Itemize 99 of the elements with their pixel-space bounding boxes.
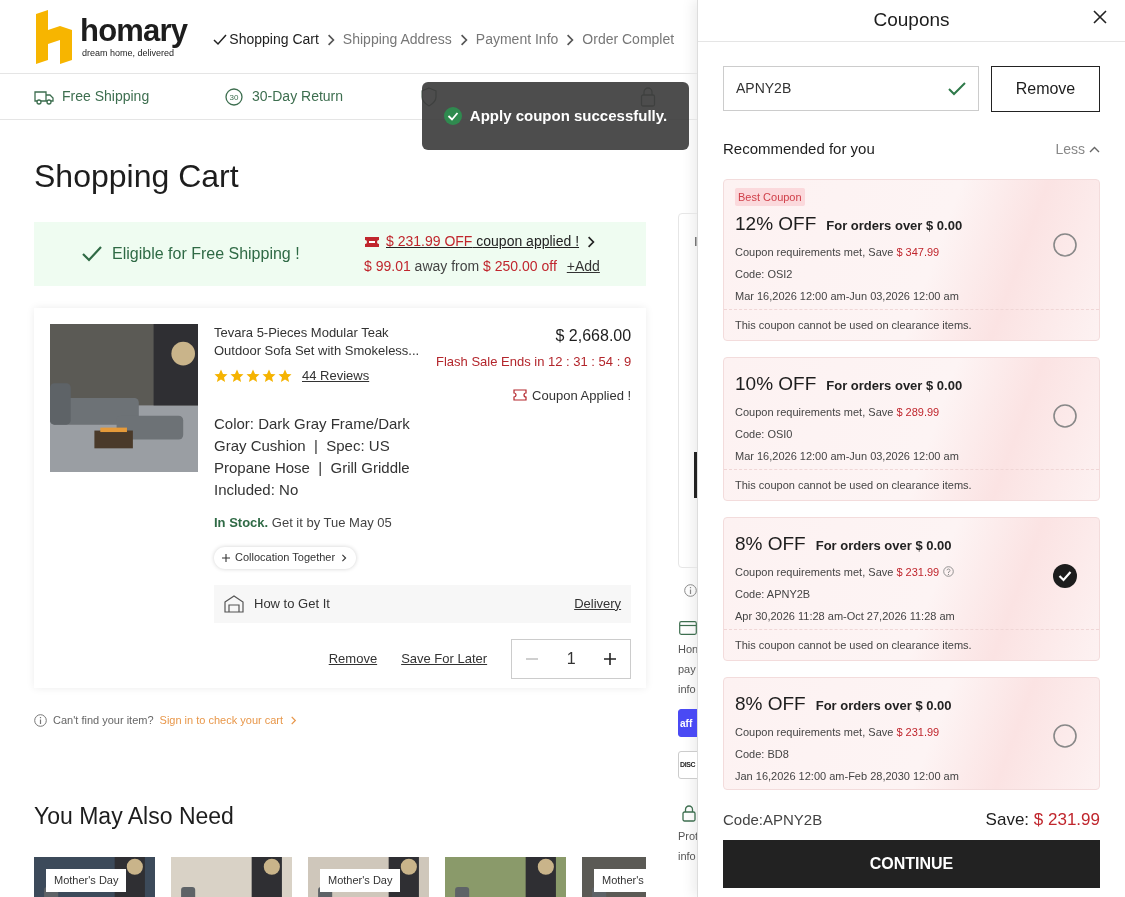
quantity-stepper[interactable]: 1 <box>511 638 632 679</box>
price: $ 2,668.00 <box>555 326 632 346</box>
applied-coupon-link[interactable]: $ 231.99 OFF coupon applied ! <box>386 231 580 252</box>
summary-text: I <box>694 233 697 251</box>
coupon-minimum: For orders over $ 0.00 <box>826 377 963 395</box>
delivery-label: How to Get It <box>254 594 330 613</box>
best-coupon-badge: Best Coupon <box>735 187 805 206</box>
threshold-message: $ 99.01 away from $ 250.00 off <box>364 257 557 276</box>
stock-status: In Stock. Get it by Tue May 05 <box>214 514 393 532</box>
flash-sale-countdown: Flash Sale Ends in 12 : 31 : 54 : 9 <box>436 353 632 371</box>
free-shipping-message: Eligible for Free Shipping ! <box>112 244 300 264</box>
coupon-minimum: For orders over $ 0.00 <box>815 537 952 555</box>
promo-badge: Mother's Day <box>46 869 127 892</box>
collocation-button[interactable]: Collocation Together <box>214 546 357 569</box>
close-button[interactable] <box>1093 10 1109 26</box>
product-title[interactable]: Tevara 5-Pieces Modular Teak Outdoor Sofa Set with Smokeless... <box>214 324 436 360</box>
coupon-note: This coupon cannot be used on clearance items. <box>724 308 1099 340</box>
checkout-step[interactable]: Shipping Address <box>342 29 452 50</box>
toast-message: Apply coupon successfully. <box>469 105 668 126</box>
promo-badge: Mother's Day <box>320 869 401 892</box>
checkout-step[interactable]: Payment Info <box>475 29 559 50</box>
cart-action-link[interactable]: Remove <box>328 648 378 669</box>
coupon-discount: 12% OFF <box>735 212 817 236</box>
coupon-card[interactable]: 8% OFF For orders over $ 0.00 Coupon requirements met, Save $ 231.99 Code: BD8 Jan 16,2026 12:00 am-Feb 28,2030 12:00 am <box>723 677 1100 790</box>
coupon-validity: Jan 16,2026 12:00 am-Feb 28,2030 12:00 am <box>735 768 959 783</box>
savings-total: Save: $ 231.99 <box>985 809 1100 832</box>
checkout-step[interactable]: Order Complet <box>582 29 675 50</box>
coupon-validity: Apr 30,2026 11:28 am-Oct 27,2026 11:28 am <box>735 608 955 623</box>
info-icon <box>34 713 47 727</box>
coupon-code: Code: OSI2 <box>735 266 794 281</box>
coupon-card[interactable]: Best Coupon 12% OFF For orders over $ 0.00 Coupon requirements met, Save $ 347.99 Code: OSI2 Mar 16,2026 12:00 am-Jun 03,2026 12:00 am This coupon cannot be used on clearance items. <box>723 178 1100 341</box>
coupon-requirement: Coupon requirements met, Save $ 347.99 <box>735 244 940 259</box>
success-icon <box>443 107 462 125</box>
payment-text: info <box>678 682 697 697</box>
remove-button[interactable]: Remove <box>990 66 1100 112</box>
coupon-code-field[interactable]: APNY2B <box>723 66 979 111</box>
chevron-up-icon <box>1089 145 1100 153</box>
promo-badge: Mother's <box>594 869 646 892</box>
check-icon <box>82 246 102 262</box>
logo-tagline: dream home, delivered <box>81 49 175 58</box>
coupon-note: This coupon cannot be used on clearance items. <box>724 468 1099 500</box>
page-title: Shopping Cart <box>34 157 240 196</box>
trust-label: 30-Day Return <box>252 87 344 106</box>
quantity-value: 1 <box>566 648 576 669</box>
coupon-code: Code: BD8 <box>735 746 790 761</box>
checkout-step[interactable]: Shopping Cart <box>213 29 319 50</box>
ticket-icon <box>364 235 380 248</box>
plus-icon <box>603 652 616 665</box>
return-badge-icon: 30 <box>224 86 244 107</box>
coupon-discount: 8% OFF <box>735 532 806 556</box>
chevron-icon <box>340 553 349 562</box>
star-icon <box>230 368 244 383</box>
truck-icon <box>34 88 54 105</box>
toggle-button[interactable]: Less <box>1055 138 1100 160</box>
star-icon <box>262 368 276 383</box>
coupon-code: Code: APNY2B <box>735 586 812 601</box>
check-icon <box>213 32 228 47</box>
chevron-icon <box>289 715 299 725</box>
section-heading: Recommended for you <box>723 139 875 159</box>
drawer-title: Coupons <box>873 8 950 33</box>
security-text: info <box>678 849 697 864</box>
cart-action-link[interactable]: Save For Later <box>401 648 488 669</box>
info-icon <box>684 584 697 597</box>
lock-icon <box>682 805 696 822</box>
ticket-icon <box>513 389 528 402</box>
coupon-card[interactable]: 8% OFF For orders over $ 0.00 Coupon requirements met, Save $ 231.99 Code: APNY2B Apr 30,2026 11:28 am-Oct 27,2026 11:28 am This coupon cannot be used on clearance items. <box>723 517 1100 661</box>
continue-button[interactable]: CONTINUE <box>723 840 1100 888</box>
coupon-requirement: Coupon requirements met, Save $ 231.99 <box>735 564 940 579</box>
warehouse-icon <box>224 594 244 613</box>
section-title: You May Also Need <box>34 801 235 831</box>
coupon-minimum: For orders over $ 0.00 <box>826 217 963 235</box>
star-icon <box>214 368 228 383</box>
card-icon <box>679 621 697 635</box>
coupon-discount: 8% OFF <box>735 692 806 716</box>
close-icon <box>1093 10 1107 24</box>
hint-text: Can't find your item? <box>53 713 154 728</box>
payment-text: Hon <box>678 642 697 657</box>
coupon-code: Code: OSI0 <box>735 426 794 441</box>
coupon-requirement: Coupon requirements met, Save $ 289.99 <box>735 404 940 419</box>
plus-icon <box>222 553 230 562</box>
coupon-discount: 10% OFF <box>735 372 817 396</box>
coupon-minimum: For orders over $ 0.00 <box>815 697 952 715</box>
delivery-link[interactable]: Delivery <box>574 593 622 614</box>
logo-icon <box>34 9 74 64</box>
coupon-requirement: Coupon requirements met, Save $ 231.99 <box>735 724 940 739</box>
coupon-note: This coupon cannot be used on clearance items. <box>724 628 1099 660</box>
coupon-validity: Mar 16,2026 12:00 am-Jun 03,2026 12:00 am <box>735 448 960 463</box>
product-options: Color: Dark Gray Frame/Dark Gray Cushion | Spec: US Propane Hose | Grill Griddle Included: No <box>214 413 434 501</box>
payment-logo: aff <box>678 709 697 737</box>
star-icon <box>246 368 260 383</box>
reviews-link[interactable]: 44 Reviews <box>302 366 370 386</box>
add-link[interactable]: +Add <box>566 256 600 277</box>
coupon-status: Coupon Applied ! <box>532 386 632 405</box>
star-icon <box>278 368 292 383</box>
payment-text: pay <box>678 662 697 677</box>
coupon-validity: Mar 16,2026 12:00 am-Jun 03,2026 12:00 am <box>735 288 960 303</box>
coupon-card[interactable]: 10% OFF For orders over $ 0.00 Coupon requirements met, Save $ 289.99 Code: OSI0 Mar 16,2026 12:00 am-Jun 03,2026 12:00 am This coupon cannot be used on clearance items. <box>723 357 1100 501</box>
trust-label: Free Shipping <box>62 87 150 106</box>
selected-code: Code:APNY2B <box>723 809 823 830</box>
